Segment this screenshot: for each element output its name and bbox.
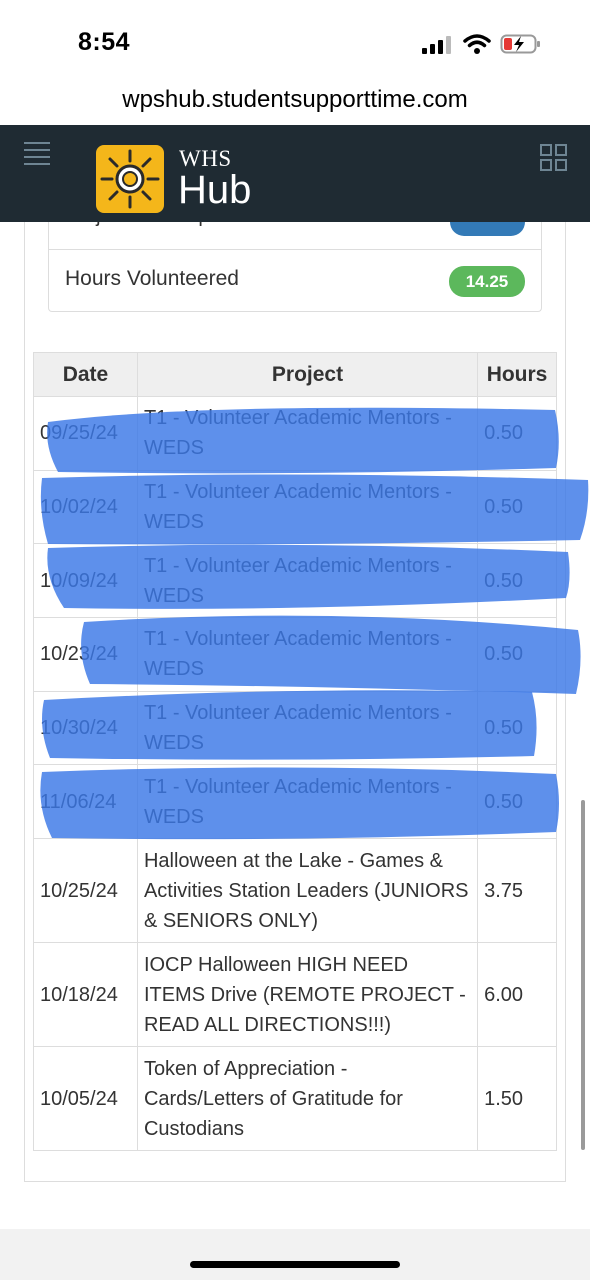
hours-count-badge: 14.25 xyxy=(449,266,525,297)
cell-project: IOCP Halloween HIGH NEED ITEMS Drive (RE… xyxy=(136,942,479,1048)
table-row: 11/06/24 T1 - Volunteer Academic Mentors… xyxy=(33,764,557,840)
app-header xyxy=(0,125,590,222)
cell-hours: 0.50 xyxy=(477,690,557,766)
cell-hours: 0.50 xyxy=(477,617,557,692)
cell-hours: 6.00 xyxy=(477,942,557,1048)
table-row: 10/05/24 Token of Appreciation - Cards/L… xyxy=(33,1046,557,1152)
battery-charging-icon xyxy=(500,34,540,54)
cell-date: 10/05/24 xyxy=(33,1046,138,1152)
browser-bottom-bar xyxy=(0,1229,590,1280)
page-scrollbar[interactable] xyxy=(581,800,585,1150)
browser-url[interactable]: wpshub.studentsupporttime.com xyxy=(0,86,590,114)
cell-project: T1 - Volunteer Academic Mentors - WEDS xyxy=(136,764,479,840)
apps-grid-icon[interactable] xyxy=(540,144,568,172)
cell-date: 10/02/24 xyxy=(33,469,138,545)
cell-hours: 1.50 xyxy=(477,1046,557,1152)
volunteer-history-table: Date Project Hours 09/25/24 T1 - Volunte… xyxy=(33,352,557,1152)
cell-hours: 0.50 xyxy=(477,396,557,471)
logo-text-hub: Hub xyxy=(178,168,252,212)
cell-project: T1 - Volunteer Academic Mentors - WEDS xyxy=(136,543,479,619)
status-bar: 8:54 xyxy=(0,0,590,84)
wifi-icon xyxy=(463,34,491,54)
table-row: 10/02/24 T1 - Volunteer Academic Mentors… xyxy=(33,469,557,545)
stat-label-hours: Hours Volunteered xyxy=(65,267,239,290)
cell-hours: 0.50 xyxy=(477,543,557,619)
table-row: 10/09/24 T1 - Volunteer Academic Mentors… xyxy=(33,543,557,619)
cell-date: 10/25/24 xyxy=(33,838,138,944)
cellular-signal-icon xyxy=(422,36,451,54)
column-header-project[interactable]: Project xyxy=(136,352,479,397)
cell-project: T1 - Volunteer Academic Mentors - WEDS xyxy=(136,617,479,692)
cell-project: T1 - Volunteer Academic Mentors - WEDS xyxy=(136,690,479,766)
cell-date: 10/09/24 xyxy=(33,543,138,619)
table-row: 09/25/24 T1 - Volunteer Academic Mentors… xyxy=(33,396,557,471)
cell-date: 11/06/24 xyxy=(33,764,138,840)
cell-date: 09/25/24 xyxy=(33,396,138,471)
cell-date: 10/30/24 xyxy=(33,690,138,766)
table-header-row: Date Project Hours xyxy=(33,352,557,397)
cell-date: 10/18/24 xyxy=(33,942,138,1048)
cell-hours: 0.50 xyxy=(477,764,557,840)
column-header-hours[interactable]: Hours xyxy=(477,352,557,397)
cell-hours: 3.75 xyxy=(477,838,557,944)
cell-project: T1 - Volunteer Academic Mentors - WEDS xyxy=(136,469,479,545)
status-time: 8:54 xyxy=(78,28,131,56)
sun-logo-icon xyxy=(96,145,164,213)
hamburger-menu-icon[interactable] xyxy=(24,142,50,165)
table-row: 10/18/24 IOCP Halloween HIGH NEED ITEMS … xyxy=(33,942,557,1048)
cell-project: Token of Appreciation - Cards/Letters of… xyxy=(136,1046,479,1152)
table-row: 10/30/24 T1 - Volunteer Academic Mentors… xyxy=(33,690,557,766)
cell-hours: 0.50 xyxy=(477,469,557,545)
column-header-date[interactable]: Date xyxy=(33,352,138,397)
cell-project: T1 - Volunteer Academic Mentors - WEDS xyxy=(136,396,479,471)
table-row: 10/23/24 T1 - Volunteer Academic Mentors… xyxy=(33,617,557,692)
cell-project: Halloween at the Lake - Games & Activiti… xyxy=(136,838,479,944)
home-indicator[interactable] xyxy=(190,1261,400,1268)
cell-date: 10/23/24 xyxy=(33,617,138,692)
table-row: 10/25/24 Halloween at the Lake - Games &… xyxy=(33,838,557,944)
